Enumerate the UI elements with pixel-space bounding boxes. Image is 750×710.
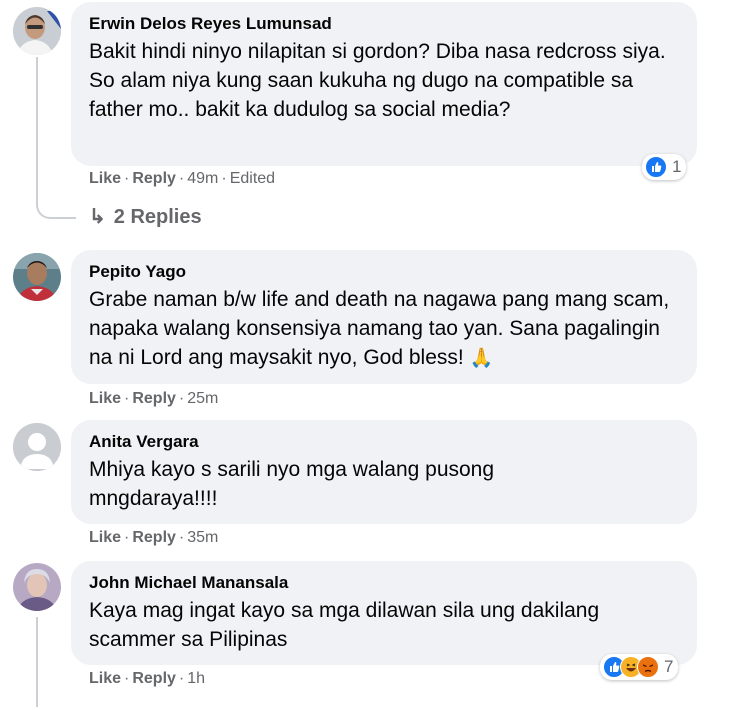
reply-button[interactable]: Reply [132,170,176,187]
angry-icon [637,656,659,678]
like-button[interactable]: Like [89,670,121,687]
avatar[interactable] [13,253,61,301]
comment-actions: Like · Reply · 1h [89,670,206,687]
comment-timestamp[interactable]: 35m [187,529,218,546]
like-button[interactable]: Like [89,390,121,407]
comment-text: Grabe naman b/w life and death na nagawa… [89,288,670,369]
comment-actions: Like · Reply · 25m [89,390,219,407]
pray-emoji: 🙏 [469,348,494,369]
replies-label: 2 Replies [113,206,202,228]
avatar-photo [13,7,61,55]
avatar[interactable] [13,7,61,55]
reply-button[interactable]: Reply [132,390,176,407]
comment-bubble: Pepito Yago Grabe naman b/w life and dea… [71,250,697,384]
avatar-photo [13,563,61,611]
thread-line [36,57,38,205]
comment-bubble: Anita Vergara Mhiya kayo s sarili nyo mg… [71,420,697,524]
comment-author[interactable]: Pepito Yago [89,262,679,282]
reply-arrow-icon: ↳ [89,206,106,228]
comment-timestamp[interactable]: 49m [187,170,218,187]
reaction-summary[interactable]: 7 [600,654,679,680]
comment-bubble: Erwin Delos Reyes Lumunsad Bakit hindi n… [71,2,697,166]
like-button[interactable]: Like [89,170,121,187]
comment-author[interactable]: Erwin Delos Reyes Lumunsad [89,14,679,34]
comment-text: Mhiya kayo s sarili nyo mga walang puson… [89,458,495,510]
view-replies-link[interactable]: ↳ 2 Replies [89,204,202,229]
avatar[interactable] [13,563,61,611]
comment-bubble: John Michael Manansala Kaya mag ingat ka… [71,561,697,665]
avatar-photo [13,253,61,301]
avatar[interactable] [13,423,61,471]
reaction-summary[interactable]: 1 [642,154,687,180]
comment-timestamp[interactable]: 25m [187,390,218,407]
reply-button[interactable]: Reply [132,529,176,546]
reaction-count: 7 [664,657,674,676]
like-button[interactable]: Like [89,529,121,546]
comment-timestamp[interactable]: 1h [187,670,205,687]
comment-text: Kaya mag ingat kayo sa mga dilawan sila … [89,599,600,651]
edited-label: Edited [229,170,276,187]
thread-line [36,617,38,707]
thread-connector [36,201,76,219]
comment-text: Bakit hindi ninyo nilapitan si gordon? D… [89,40,666,121]
reply-button[interactable]: Reply [132,670,176,687]
comment-author[interactable]: John Michael Manansala [89,573,679,593]
comment-actions: Like · Reply · 35m [89,529,219,546]
like-icon [645,156,667,178]
comment-author[interactable]: Anita Vergara [89,432,679,452]
comment-actions: Like · Reply · 49m · Edited [89,170,276,187]
reaction-count: 1 [672,157,682,176]
default-avatar-icon [13,423,61,471]
